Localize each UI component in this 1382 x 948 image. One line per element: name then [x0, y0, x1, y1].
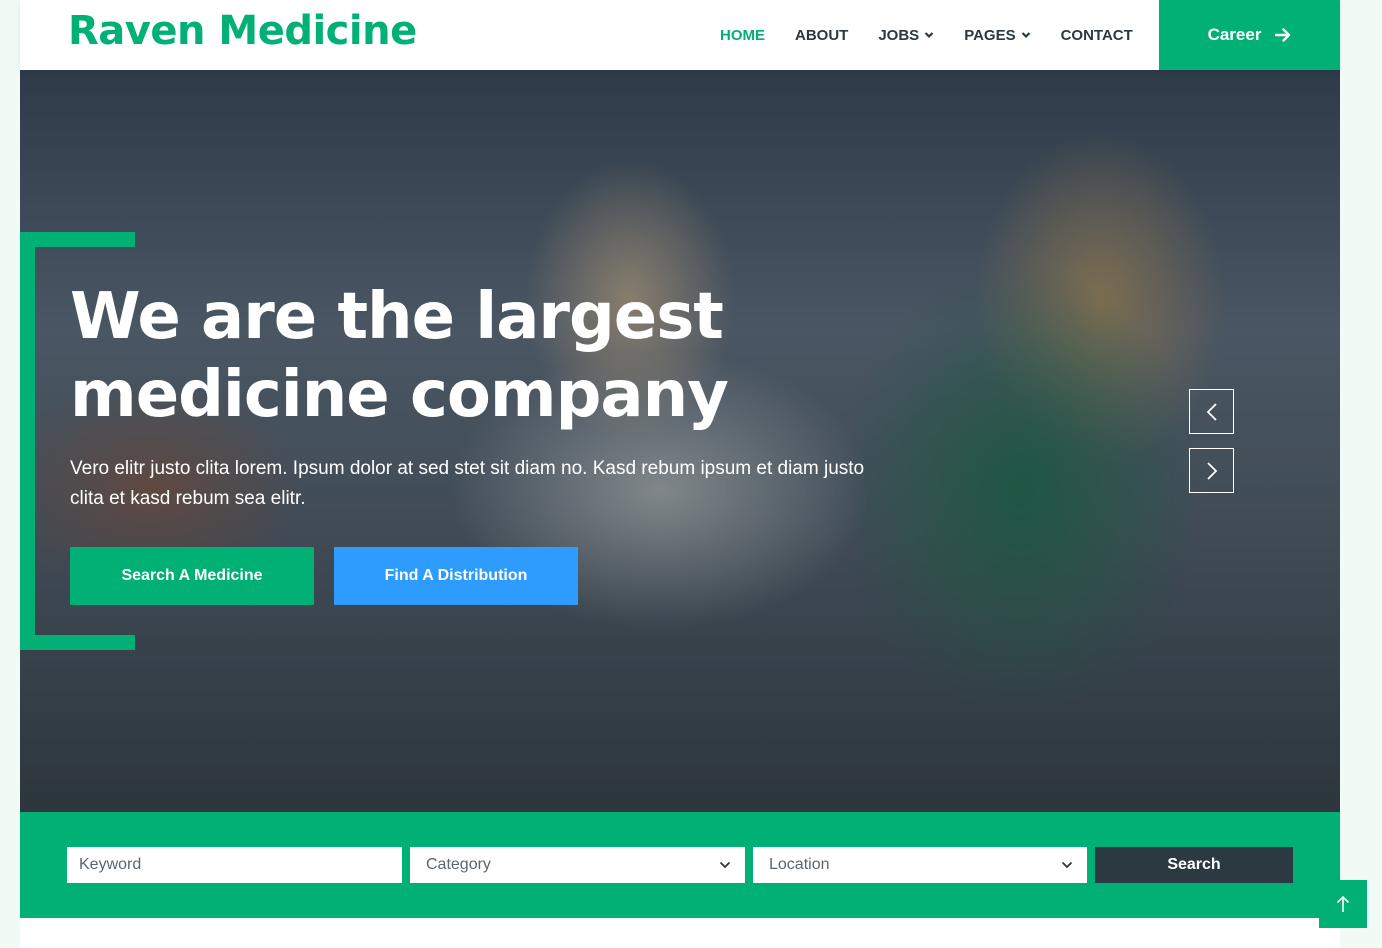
chevron-down-icon: [924, 32, 934, 39]
nav-item-home[interactable]: HOME: [720, 27, 765, 44]
search-button[interactable]: Search: [1095, 847, 1293, 883]
keyword-placeholder: Keyword: [79, 856, 142, 873]
nav-item-about[interactable]: ABOUT: [795, 27, 848, 44]
nav-item-pages[interactable]: PAGES: [964, 27, 1030, 44]
hero-description: Vero elitr justo clita lorem. Ipsum dolo…: [70, 458, 865, 509]
chevron-down-icon: [1061, 861, 1073, 869]
hero-carousel: We are the largest medicine company Vero…: [20, 70, 1340, 812]
chevron-right-icon: [1206, 461, 1217, 480]
hero-title: We are the largest medicine company: [70, 278, 830, 434]
category-select[interactable]: Category: [410, 847, 745, 883]
location-selected-value: Location: [769, 856, 830, 873]
chevron-down-icon: [719, 861, 731, 869]
category-selected-value: Category: [426, 856, 491, 873]
location-select[interactable]: Location: [753, 847, 1087, 883]
nav-menu: HOME ABOUT JOBS PAGES CONTACT: [720, 0, 1163, 70]
back-to-top-button[interactable]: [1319, 880, 1367, 928]
navbar: Raven Medicine HOME ABOUT JOBS PAGES CON…: [20, 0, 1340, 70]
search-medicine-button[interactable]: Search A Medicine: [70, 547, 314, 605]
page: Raven Medicine HOME ABOUT JOBS PAGES CON…: [20, 0, 1340, 948]
nav-item-label: ABOUT: [795, 26, 849, 44]
search-bar: Keyword Category Location Search: [20, 812, 1340, 918]
hero-frame-accent: [20, 635, 135, 650]
nav-item-jobs[interactable]: JOBS: [878, 27, 934, 44]
hero-frame-accent: [20, 232, 135, 247]
career-button[interactable]: Career: [1159, 0, 1340, 70]
keyword-input[interactable]: Keyword: [67, 847, 402, 883]
hero-background-image: [20, 70, 1340, 812]
brand-logo[interactable]: Raven Medicine: [68, 8, 417, 54]
nav-item-label: PAGES: [964, 26, 1016, 44]
nav-item-label: JOBS: [878, 26, 920, 44]
hero-title-line: We are the largest: [70, 280, 724, 354]
carousel-prev-button[interactable]: [1189, 389, 1234, 434]
nav-item-label: HOME: [720, 26, 765, 44]
hero-title-line: medicine company: [70, 358, 729, 432]
nav-item-contact[interactable]: CONTACT: [1061, 27, 1133, 44]
arrow-right-icon: [1275, 28, 1291, 42]
find-distribution-button[interactable]: Find A Distribution: [334, 547, 578, 605]
chevron-down-icon: [1021, 32, 1030, 39]
nav-item-label: CONTACT: [1060, 26, 1133, 44]
hero-frame-accent: [20, 232, 35, 650]
chevron-left-icon: [1206, 402, 1217, 421]
carousel-next-button[interactable]: [1189, 448, 1234, 493]
career-button-label: Career: [1207, 25, 1262, 44]
arrow-up-icon: [1336, 895, 1350, 912]
